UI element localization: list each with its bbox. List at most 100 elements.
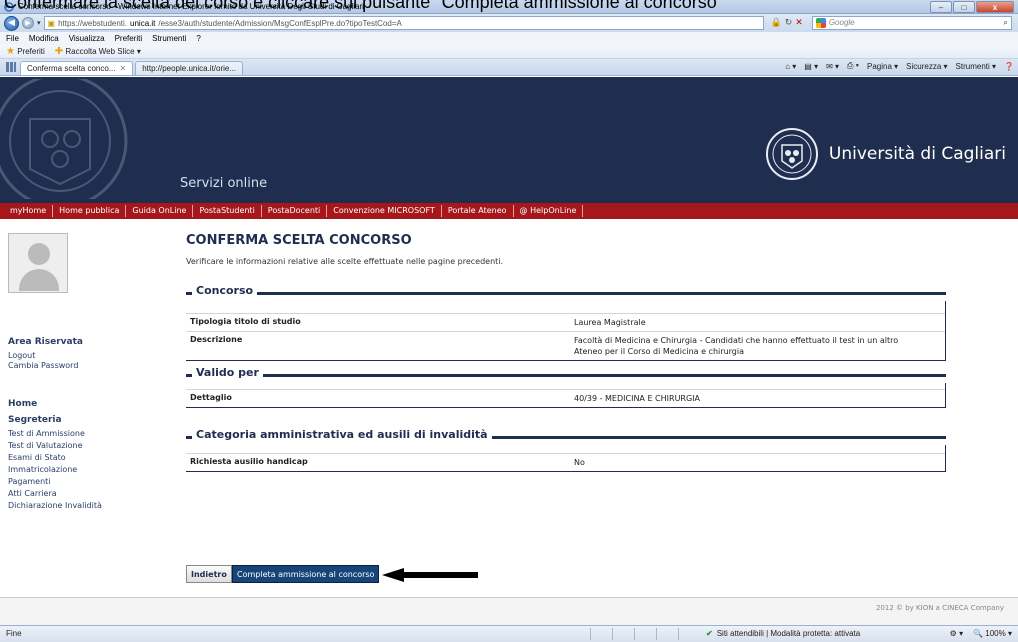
- university-seal-watermark: [0, 79, 128, 199]
- status-separators: [590, 628, 700, 640]
- sidebar-area-riservata: Area Riservata: [8, 337, 83, 347]
- google-icon: [815, 18, 826, 28]
- sidebar-home[interactable]: Home: [8, 399, 37, 409]
- page-description: Verificare le informazioni relative alle…: [186, 257, 504, 266]
- row-key: Richiesta ausilio handicap: [190, 457, 308, 466]
- university-name: Università di Cagliari: [828, 144, 1006, 164]
- table-row: Dettaglio 40/39 - MEDICINA E CHIRURGIA: [186, 389, 945, 407]
- row-value: 40/39 - MEDICINA E CHIRURGIA: [574, 394, 701, 403]
- security-zone[interactable]: ✔ Siti attendibili | Modalità protetta: …: [706, 629, 860, 638]
- sidebar-item-test-ammissione[interactable]: Test di Ammissione: [8, 429, 85, 438]
- security-menu[interactable]: Sicurezza ▾: [906, 62, 947, 71]
- forward-nav-button[interactable]: ▶: [22, 17, 34, 29]
- help-icon[interactable]: ❓: [1004, 62, 1014, 71]
- tab-bar: Conferma scelta conco... ✕ http://people…: [0, 59, 1018, 76]
- favorites-bar: ★ Preferiti ✚ Raccolta Web Slice ▾: [0, 45, 1018, 59]
- table-row: Richiesta ausilio handicap No: [186, 453, 945, 471]
- web-slice-button[interactable]: ✚ Raccolta Web Slice ▾: [55, 46, 141, 57]
- sidebar-cambia-password[interactable]: Cambia Password: [8, 361, 78, 370]
- sidebar-segreteria[interactable]: Segreteria: [8, 415, 62, 425]
- row-value: Laurea Magistrale: [574, 318, 646, 327]
- menu-file[interactable]: File: [6, 34, 19, 43]
- page-footer: 2012 © by KION a CINECA Company: [0, 597, 1018, 625]
- favorites-button[interactable]: ★ Preferiti: [6, 46, 45, 57]
- nav-myhome[interactable]: myHome: [4, 205, 54, 217]
- sidebar-item-pagamenti[interactable]: Pagamenti: [8, 477, 51, 486]
- web-page: Servizi online Università di Cagliari my…: [0, 77, 1018, 625]
- add-favorite-icon: ✚: [54, 46, 64, 57]
- sidebar-logout[interactable]: Logout: [8, 351, 35, 360]
- nav-posta-studenti[interactable]: PostaStudenti: [193, 205, 262, 217]
- zoom-level[interactable]: 🔍 100% ▾: [973, 629, 1012, 638]
- sidebar-item-atti-carriera[interactable]: Atti Carriera: [8, 489, 57, 498]
- home-icon[interactable]: ⌂ ▾: [785, 62, 796, 71]
- avatar-body-icon: [19, 269, 59, 291]
- mail-icon[interactable]: ✉ ▾: [826, 62, 839, 71]
- check-icon: ✔: [706, 629, 713, 638]
- site-header: Servizi online Università di Cagliari: [0, 77, 1018, 203]
- stop-icon[interactable]: ✕: [795, 18, 803, 28]
- section-title: Concorso: [192, 284, 258, 297]
- section-header: Categoria amministrativa ed ausili di in…: [186, 428, 946, 443]
- maximize-button[interactable]: □: [953, 1, 975, 13]
- nav-convenzione-microsoft[interactable]: Convenzione MICROSOFT: [327, 205, 442, 217]
- address-toolbar: ◀ ▶ ▾ ▣ https://webstudenti. unica.it/ess…: [0, 14, 1018, 32]
- refresh-icon[interactable]: ↻: [785, 18, 793, 28]
- close-window-button[interactable]: x: [976, 1, 1014, 13]
- sidebar-item-immatricolazione[interactable]: Immatricolazione: [8, 465, 77, 474]
- favorites-label: Preferiti: [17, 47, 45, 56]
- feeds-icon[interactable]: ▤ ▾: [804, 62, 818, 71]
- page-title: CONFERMA SCELTA CONCORSO: [186, 233, 412, 248]
- complete-admission-button[interactable]: Completa ammissione al concorso: [232, 565, 380, 583]
- url-field[interactable]: ▣ https://webstudenti. unica.it/esse3/aut…: [43, 16, 764, 30]
- nav-posta-docenti[interactable]: PostaDocenti: [262, 205, 328, 217]
- avatar: [8, 233, 68, 293]
- copyright-text: 2012 © by KION a CINECA Company: [875, 604, 1004, 612]
- minimize-button[interactable]: –: [930, 1, 952, 13]
- university-emblem-icon: [765, 128, 818, 180]
- search-field[interactable]: Google ⌕: [811, 16, 1012, 30]
- url-host: unica.it: [130, 18, 156, 28]
- menu-modifica[interactable]: Modifica: [29, 34, 59, 43]
- sidebar-item-test-valutazione[interactable]: Test di Valutazione: [8, 441, 83, 450]
- section-table: Richiesta ausilio handicap No: [186, 445, 946, 472]
- print-icon[interactable]: ⎙ ▾: [847, 61, 859, 71]
- window-controls: – □ x: [930, 1, 1014, 13]
- command-bar: ⌂ ▾ ▤ ▾ ✉ ▾ ⎙ ▾ Pagina ▾ Sicurezza ▾ Str…: [785, 61, 1014, 71]
- zoom-value: 100%: [985, 629, 1006, 638]
- status-bar: Fine ✔ Siti attendibili | Modalità prote…: [0, 625, 1018, 642]
- sidebar-item-dichiarazione-invalidita[interactable]: Dichiarazione Invalidità: [8, 501, 102, 510]
- servizi-online-title: Servizi online: [180, 176, 268, 191]
- page-icon: ▣: [47, 18, 56, 28]
- menu-strumenti[interactable]: Strumenti: [152, 34, 186, 43]
- protected-mode-icon[interactable]: ⚙ ▾: [950, 629, 963, 638]
- university-logo[interactable]: Università di Cagliari: [765, 127, 1006, 181]
- nav-home-pubblica[interactable]: Home pubblica: [53, 205, 127, 217]
- section-table: Dettaglio 40/39 - MEDICINA E CHIRURGIA: [186, 383, 946, 408]
- status-text: Fine: [6, 629, 22, 638]
- menu-visualizza[interactable]: Visualizza: [69, 34, 105, 43]
- tools-menu[interactable]: Strumenti ▾: [956, 62, 996, 71]
- quick-tabs-icon[interactable]: [6, 62, 16, 72]
- tab-conferma[interactable]: Conferma scelta conco... ✕: [20, 61, 134, 75]
- section-header: Concorso: [186, 284, 946, 299]
- sidebar-item-esami-stato[interactable]: Esami di Stato: [8, 453, 66, 462]
- back-button[interactable]: Indietro: [186, 565, 232, 583]
- nav-guida-online[interactable]: Guida OnLine: [126, 205, 194, 217]
- row-key: Dettaglio: [190, 393, 232, 402]
- avatar-head-icon: [28, 243, 50, 265]
- close-tab-icon[interactable]: ✕: [119, 64, 126, 73]
- search-icon[interactable]: ⌕: [1003, 18, 1007, 28]
- nav-portale-ateneo[interactable]: Portale Ateneo: [442, 205, 514, 217]
- zoom-control[interactable]: ⚙ ▾ 🔍 100% ▾: [950, 629, 1012, 638]
- menu-preferiti[interactable]: Preferiti: [115, 34, 143, 43]
- tab-people[interactable]: http://people.unica.it/orie...: [135, 61, 244, 75]
- menu-help[interactable]: ?: [196, 34, 200, 43]
- instruction-caption: Confermare la scelta del corso e cliccar…: [4, 0, 724, 12]
- history-dropdown-icon[interactable]: ▾: [37, 19, 41, 27]
- section-title: Categoria amministrativa ed ausili di in…: [192, 428, 492, 441]
- lock-icon[interactable]: 🔒: [771, 18, 782, 28]
- nav-helponline[interactable]: @ HelpOnLine: [514, 205, 584, 217]
- back-nav-button[interactable]: ◀: [4, 15, 19, 31]
- page-menu[interactable]: Pagina ▾: [867, 62, 898, 71]
